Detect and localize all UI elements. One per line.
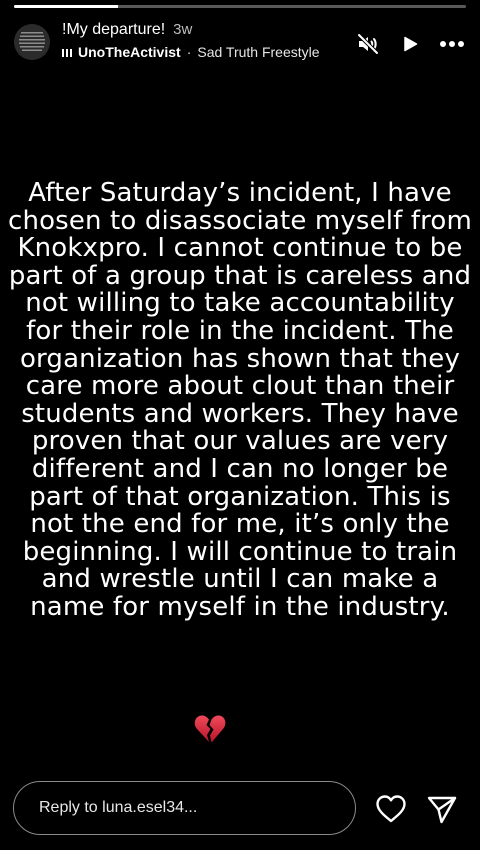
story-progress-fill (14, 5, 118, 8)
story-meta: !My departure! 3w UnoTheActivist · Sad T… (62, 21, 342, 60)
music-separator: · (186, 44, 192, 60)
music-track[interactable]: Sad Truth Freestyle (197, 44, 319, 60)
story-text-line: part of that organization. This is (29, 481, 451, 512)
story-text-line: not willing to take accountability (25, 288, 455, 319)
story-text-line: and wrestle until I can make a (41, 564, 439, 595)
story-title[interactable]: !My departure! (62, 21, 165, 39)
story-text-line: name for myself in the industry. (30, 591, 450, 622)
music-attribution[interactable]: UnoTheActivist · Sad Truth Freestyle (62, 44, 342, 60)
story-text-line: After Saturday’s incident, I have (28, 178, 452, 208)
story-text-line: part of a group that is careless and (8, 260, 472, 291)
heart-outline-icon (376, 795, 406, 823)
avatar[interactable] (14, 24, 50, 60)
reply-placeholder: Reply to luna.esel34... (39, 799, 198, 816)
story-text-line: different and I can no longer be (31, 453, 449, 484)
story-text-line: proven that our values are very (31, 426, 449, 457)
speaker-muted-icon (357, 33, 379, 55)
mute-button[interactable] (354, 30, 382, 58)
story-text-line: not the end for me, it’s only the (30, 509, 450, 540)
music-artist[interactable]: UnoTheActivist (78, 44, 181, 60)
story-progress-bar (14, 5, 466, 8)
more-horizontal-icon (440, 41, 464, 47)
send-button[interactable] (425, 794, 459, 826)
story-title-row: !My departure! 3w (62, 21, 342, 39)
story-text-line: chosen to disassociate myself from (8, 205, 472, 236)
paper-plane-icon (427, 796, 457, 824)
story-text-line: for their role in the incident. The (26, 315, 454, 346)
broken-heart-icon (193, 712, 227, 746)
story-text-line: Knokxpro. I cannot continue to be (17, 233, 463, 264)
story-text-line: students and workers. They have (21, 398, 459, 429)
more-options-button[interactable] (438, 30, 466, 58)
reply-input[interactable]: Reply to luna.esel34... (13, 781, 356, 835)
like-button[interactable] (374, 793, 408, 825)
story-text: After Saturday’s incident, I have chosen … (0, 178, 480, 622)
story-text-line: beginning. I will continue to train (22, 536, 458, 567)
story-controls (354, 30, 466, 58)
story-header: !My departure! 3w UnoTheActivist · Sad T… (14, 20, 466, 68)
music-bars-icon (62, 47, 72, 57)
story-age: 3w (173, 21, 193, 38)
story-text-line: care more about clout than their (25, 371, 455, 402)
play-button[interactable] (396, 30, 424, 58)
story-text-line: organization has shown that they (19, 343, 460, 374)
play-icon (404, 36, 418, 52)
